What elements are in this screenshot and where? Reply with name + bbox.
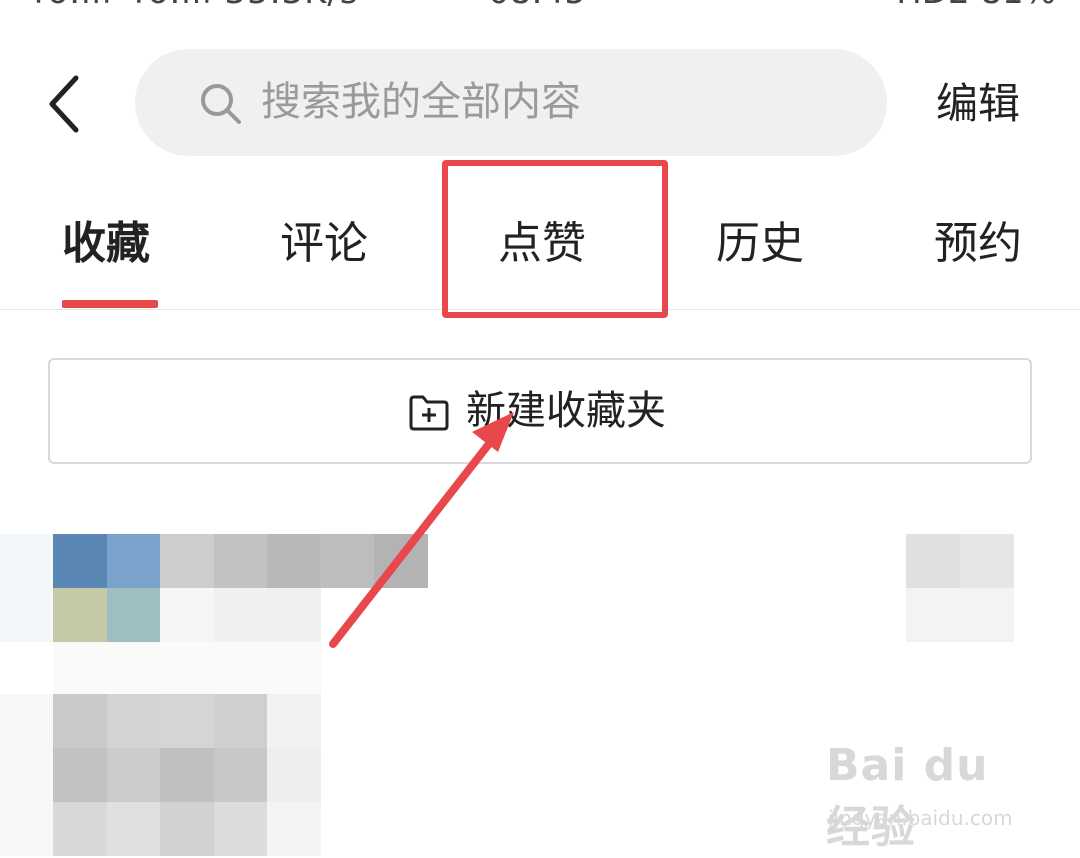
- mosaic-tile: [160, 534, 214, 588]
- status-battery: HD2 81%: [896, 0, 1056, 12]
- baidu-watermark: Bai du 经验 jingyan.baidu.com: [826, 740, 1026, 853]
- mosaic-tile: [107, 748, 161, 802]
- mosaic-tile: [267, 748, 321, 802]
- mosaic-tile: [0, 748, 54, 802]
- mosaic-tile: [107, 642, 161, 696]
- mosaic-tile: [160, 694, 214, 748]
- mosaic-tile: [0, 534, 54, 588]
- mosaic-tile: [374, 534, 428, 588]
- active-tab-indicator: [62, 300, 158, 308]
- mosaic-tile: [320, 534, 374, 588]
- back-button[interactable]: [40, 72, 90, 136]
- mosaic-tile: [214, 588, 268, 642]
- watermark-logo: Bai du 经验: [826, 740, 989, 853]
- folder-plus-icon: [409, 395, 449, 431]
- edit-button[interactable]: 编辑: [936, 74, 1020, 134]
- mosaic-tile: [0, 802, 54, 856]
- mosaic-tile: [160, 588, 214, 642]
- mosaic-tile: [107, 694, 161, 748]
- status-time: 08:45: [488, 0, 586, 12]
- tab-favorites[interactable]: 收藏: [62, 214, 150, 274]
- mosaic-tile: [107, 534, 161, 588]
- mosaic-tile: [267, 534, 321, 588]
- mosaic-tile: [267, 642, 321, 696]
- mosaic-tile: [53, 694, 107, 748]
- mosaic-tile: [107, 802, 161, 856]
- mosaic-tile: [160, 642, 214, 696]
- app-screen: 46.ııl 46.ııl 35.3K/s 08:45 HD2 81% 搜索我的…: [0, 0, 1080, 858]
- chevron-left-icon: [49, 75, 79, 133]
- mosaic-tile: [960, 534, 1014, 588]
- mosaic-tile: [0, 694, 54, 748]
- mosaic-tile: [53, 534, 107, 588]
- mosaic-tile: [906, 588, 960, 642]
- mosaic-tile: [53, 642, 107, 696]
- watermark-url: jingyan.baidu.com: [828, 806, 1013, 830]
- annotation-highlight-box: [442, 160, 668, 318]
- mosaic-tile: [160, 802, 214, 856]
- mosaic-tile: [214, 694, 268, 748]
- mosaic-tile: [960, 588, 1014, 642]
- search-placeholder: 搜索我的全部内容: [261, 79, 581, 125]
- tab-history[interactable]: 历史: [716, 214, 804, 274]
- mosaic-tile: [214, 802, 268, 856]
- mosaic-tile: [214, 534, 268, 588]
- mosaic-tile: [53, 748, 107, 802]
- search-icon: [201, 84, 241, 124]
- mosaic-tile: [107, 588, 161, 642]
- mosaic-tile: [0, 588, 54, 642]
- mosaic-tile: [267, 588, 321, 642]
- status-bar: 46.ııl 46.ııl 35.3K/s 08:45 HD2 81%: [0, 0, 1080, 12]
- mosaic-tile: [214, 748, 268, 802]
- new-folder-button[interactable]: 新建收藏夹: [48, 358, 1032, 464]
- mosaic-tile: [160, 748, 214, 802]
- tab-reservations[interactable]: 预约: [934, 214, 1022, 274]
- new-folder-label: 新建收藏夹: [466, 388, 666, 434]
- mosaic-tile: [267, 694, 321, 748]
- search-input[interactable]: 搜索我的全部内容: [135, 49, 887, 156]
- mosaic-tile: [214, 642, 268, 696]
- mosaic-tile: [267, 802, 321, 856]
- status-network: 46.ııl 46.ııl 35.3K/s: [24, 0, 359, 12]
- mosaic-tile: [53, 588, 107, 642]
- mosaic-tile: [906, 534, 960, 588]
- mosaic-tile: [53, 802, 107, 856]
- tab-comments[interactable]: 评论: [280, 214, 368, 274]
